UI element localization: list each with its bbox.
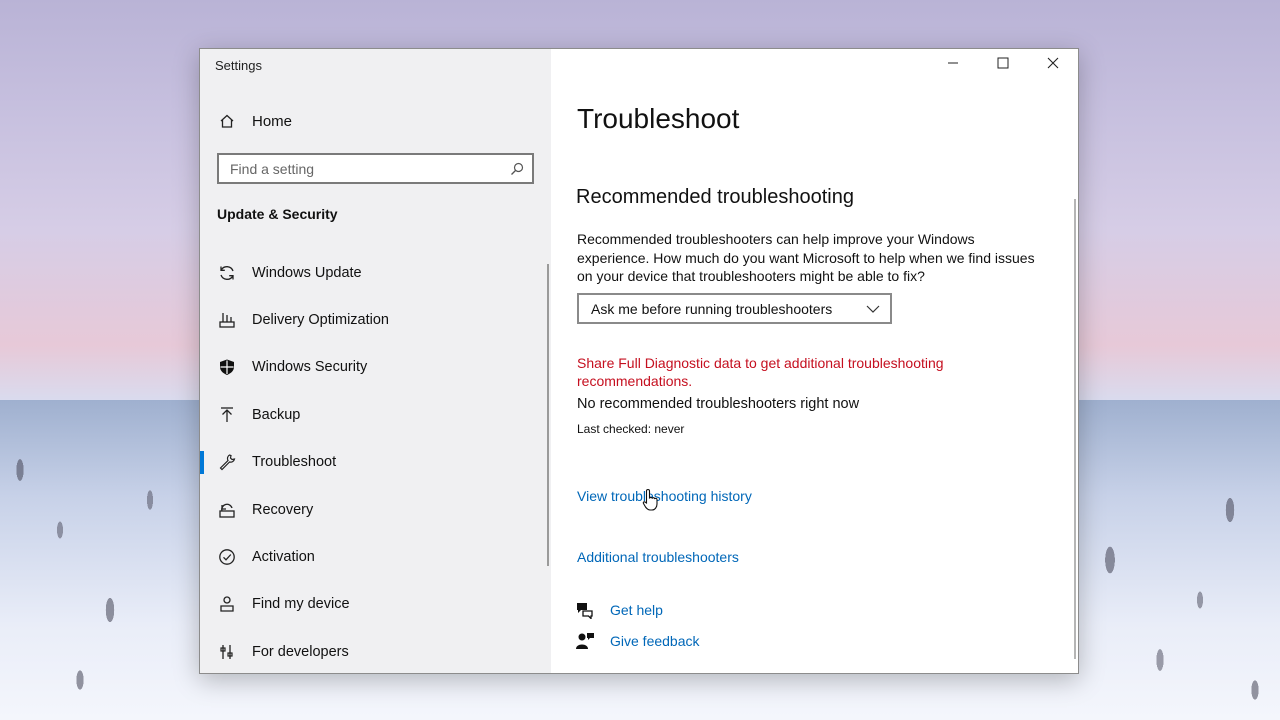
search-box[interactable]: [217, 153, 534, 184]
close-icon: [1047, 56, 1059, 74]
shield-icon: [218, 358, 236, 376]
recommended-description: Recommended troubleshooters can help imp…: [577, 231, 1035, 284]
backup-arrow-icon: [218, 406, 236, 424]
sidebar-item-activation[interactable]: Activation: [200, 533, 551, 580]
wrench-icon: [218, 453, 236, 471]
sidebar-item-label: Windows Update: [252, 264, 362, 281]
sidebar-item-label: Delivery Optimization: [252, 312, 389, 329]
give-feedback-label: Give feedback: [610, 633, 700, 649]
sidebar-item-label: Home: [252, 112, 293, 130]
sidebar-item-label: Windows Security: [252, 359, 368, 376]
sidebar-item-label: Recovery: [252, 501, 314, 518]
sidebar-item-label: Backup: [252, 406, 301, 423]
sidebar-item-label: Find my device: [252, 596, 350, 613]
sidebar-item-label: For developers: [252, 643, 349, 660]
page-title: Troubleshoot: [577, 103, 740, 134]
refresh-icon: [218, 264, 236, 282]
person-location-icon: [218, 595, 236, 613]
sidebar-item-backup[interactable]: Backup: [200, 391, 551, 438]
search-input[interactable]: [230, 160, 490, 177]
sidebar-item-troubleshoot[interactable]: Troubleshoot: [200, 439, 551, 486]
sidebar-item-find-my-device[interactable]: Find my device: [200, 581, 551, 628]
chevron-down-icon: [866, 305, 880, 313]
minimize-icon: [947, 56, 959, 74]
check-circle-icon: [218, 548, 236, 566]
search-icon[interactable]: [510, 162, 524, 176]
caption-buttons: [928, 49, 1078, 81]
maximize-icon: [997, 56, 1009, 74]
diagnostic-data-warning[interactable]: Share Full Diagnostic data to get additi…: [577, 354, 1007, 390]
sidebar-scrollbar[interactable]: [547, 264, 549, 566]
get-help-link[interactable]: Get help: [575, 601, 663, 619]
sidebar-item-windows-security[interactable]: Windows Security: [200, 344, 551, 391]
hand-cursor-icon: [642, 488, 660, 512]
home-icon: [218, 112, 236, 130]
sidebar-item-recovery[interactable]: Recovery: [200, 486, 551, 533]
main-panel: Troubleshoot Recommended troubleshooting…: [551, 49, 1078, 673]
sidebar-item-delivery-optimization[interactable]: Delivery Optimization: [200, 296, 551, 343]
feedback-person-icon: [575, 632, 595, 650]
delivery-optimization-icon: [218, 311, 236, 329]
recovery-icon: [218, 501, 236, 519]
close-button[interactable]: [1028, 49, 1078, 81]
minimize-button[interactable]: [928, 49, 978, 81]
settings-window: Settings Home Update & Security Windows …: [199, 48, 1079, 674]
view-history-link[interactable]: View troubleshooting history: [577, 488, 752, 504]
chat-help-icon: [575, 601, 595, 619]
sidebar-item-home[interactable]: Home: [200, 107, 551, 135]
sidebar-item-windows-update[interactable]: Windows Update: [200, 249, 551, 296]
sidebar-item-label: Activation: [252, 549, 315, 566]
section-title: Update & Security: [217, 206, 338, 222]
maximize-button[interactable]: [978, 49, 1028, 81]
additional-troubleshooters-link[interactable]: Additional troubleshooters: [577, 549, 739, 565]
give-feedback-link[interactable]: Give feedback: [575, 632, 700, 650]
developer-tools-icon: [218, 643, 236, 661]
sidebar-item-label: Troubleshoot: [252, 454, 337, 471]
get-help-label: Get help: [610, 602, 663, 618]
recommended-troubleshooting-heading: Recommended troubleshooting: [576, 186, 854, 208]
window-title: Settings: [215, 58, 262, 73]
troubleshooter-status: No recommended troubleshooters right now: [577, 396, 860, 412]
sidebar-nav: Windows Update Delivery Optimization Win…: [200, 249, 551, 673]
dropdown-value: Ask me before running troubleshooters: [591, 300, 833, 317]
sidebar: Settings Home Update & Security Windows …: [200, 49, 551, 673]
main-scrollbar[interactable]: [1074, 199, 1076, 659]
sidebar-item-for-developers[interactable]: For developers: [200, 628, 551, 673]
troubleshooter-preference-dropdown[interactable]: Ask me before running troubleshooters: [577, 293, 892, 324]
last-checked-text: Last checked: never: [577, 422, 685, 436]
